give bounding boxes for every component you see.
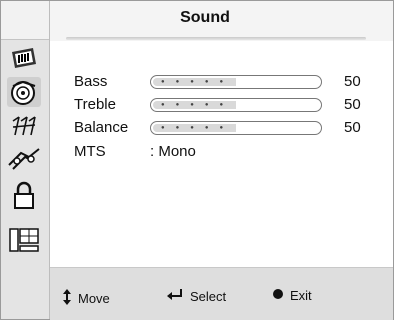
sidebar-header — [1, 1, 49, 40]
bass-slider[interactable]: ●●●●● — [150, 75, 322, 89]
treble-value: 50 — [344, 96, 361, 113]
bass-label: Bass — [74, 73, 108, 90]
bass-value: 50 — [344, 73, 361, 90]
select-label: Select — [190, 289, 227, 304]
lock-icon[interactable] — [7, 181, 41, 211]
page-title: Sound — [180, 9, 230, 26]
sound-icon[interactable] — [7, 77, 41, 107]
treble-slider[interactable]: ●●●●● — [150, 98, 322, 112]
up-down-arrow-icon — [62, 288, 72, 309]
footer-help-bar: Move Select Exit — [50, 267, 393, 320]
mts-value: : Mono — [150, 143, 196, 160]
select-hint: Select — [166, 288, 226, 305]
balance-label: Balance — [74, 119, 129, 136]
channel-icon[interactable] — [7, 111, 41, 141]
enter-arrow-icon — [166, 288, 184, 305]
sidebar — [1, 1, 50, 319]
move-hint: Move — [62, 288, 110, 309]
picture-icon[interactable] — [7, 43, 41, 73]
move-label: Move — [78, 291, 110, 306]
exit-hint: Exit — [272, 288, 312, 303]
osd-window: Sound Bass ●●●●● 50 Treble ●●●●● 50 Bala… — [0, 0, 394, 320]
sound-menu: Sound Bass ●●●●● 50 Treble ●●●●● 50 Bala… — [50, 1, 393, 320]
title-divider — [66, 37, 366, 40]
mts-label: MTS — [74, 143, 106, 160]
mts-row[interactable]: MTS : Mono — [74, 143, 196, 160]
pc-icon[interactable] — [7, 225, 41, 255]
balance-value: 50 — [344, 119, 361, 136]
dot-icon — [272, 288, 284, 303]
setup-icon[interactable] — [7, 145, 41, 175]
title-bar: Sound — [50, 1, 393, 41]
treble-label: Treble — [74, 96, 116, 113]
balance-slider[interactable]: ●●●●● — [150, 121, 322, 135]
exit-label: Exit — [290, 288, 312, 303]
